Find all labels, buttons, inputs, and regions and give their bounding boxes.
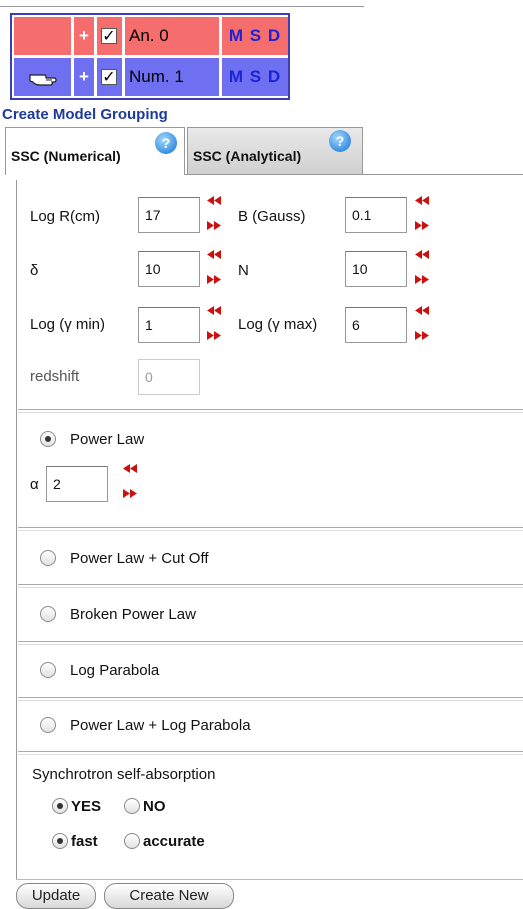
broken-power-law-label: Broken Power Law bbox=[70, 606, 196, 623]
power-law-cutoff-radio[interactable] bbox=[40, 550, 56, 566]
help-icon[interactable]: ? bbox=[155, 132, 177, 154]
section-divider bbox=[18, 584, 523, 588]
help-icon[interactable]: ? bbox=[329, 130, 351, 152]
log-parabola-label: Log Parabola bbox=[70, 662, 160, 679]
panel-border-top bbox=[185, 174, 523, 175]
model-table: + ✓ An. 0 M S D + ✓ Num. 1 M S D bbox=[10, 13, 290, 100]
section-divider bbox=[18, 527, 523, 531]
log-gamma-max-label: Log (γ max) bbox=[238, 316, 318, 333]
n-input[interactable]: 10 bbox=[345, 251, 407, 287]
tab-ssc-numerical[interactable]: SSC (Numerical) ? bbox=[5, 127, 185, 175]
ssa-fast-label: fast bbox=[71, 833, 98, 850]
b-gauss-label: B (Gauss) bbox=[238, 208, 306, 225]
alpha-stepper-icon[interactable] bbox=[122, 462, 138, 500]
model-select-cell[interactable] bbox=[14, 17, 71, 55]
log-gamma-min-stepper-icon[interactable] bbox=[206, 304, 222, 342]
delta-stepper-icon[interactable] bbox=[206, 248, 222, 286]
checkmark-icon: ✓ bbox=[101, 67, 117, 86]
model-select-cell[interactable] bbox=[14, 58, 71, 96]
section-divider bbox=[18, 697, 523, 701]
power-law-log-parabola-label: Power Law + Log Parabola bbox=[70, 717, 251, 734]
panel-border-bottom bbox=[16, 879, 523, 880]
ssa-no-label: NO bbox=[143, 798, 166, 815]
log-r-input[interactable]: 17 bbox=[138, 197, 200, 233]
ssa-yes-label: YES bbox=[71, 798, 102, 815]
delta-label: δ bbox=[30, 262, 39, 279]
create-model-grouping-link[interactable]: Create Model Grouping bbox=[2, 106, 168, 123]
model-name[interactable]: Num. 1 bbox=[125, 58, 219, 96]
delta-input[interactable]: 10 bbox=[138, 251, 200, 287]
power-law-label: Power Law bbox=[70, 431, 145, 448]
model-visible-checkbox[interactable]: ✓ bbox=[97, 58, 122, 96]
tab-ssc-analytical[interactable]: SSC (Analytical) ? bbox=[187, 127, 363, 175]
add-model-button[interactable]: + bbox=[74, 58, 94, 96]
ssa-no-radio[interactable] bbox=[124, 798, 140, 814]
pointing-hand-icon bbox=[29, 74, 57, 86]
log-gamma-max-stepper-icon[interactable] bbox=[414, 304, 430, 342]
add-model-button[interactable]: + bbox=[74, 17, 94, 55]
log-parabola-radio[interactable] bbox=[40, 662, 56, 678]
tab-label: SSC (Analytical) bbox=[193, 148, 302, 164]
model-visible-checkbox[interactable]: ✓ bbox=[97, 17, 122, 55]
b-gauss-stepper-icon[interactable] bbox=[414, 194, 430, 232]
model-row-num1: + ✓ Num. 1 M S D bbox=[14, 58, 288, 96]
power-law-radio[interactable] bbox=[40, 431, 56, 447]
redshift-input: 0 bbox=[138, 359, 200, 395]
create-new-button[interactable]: Create New bbox=[104, 883, 234, 909]
alpha-label: α bbox=[30, 476, 39, 493]
msd-links[interactable]: M S D bbox=[222, 58, 288, 96]
redshift-label: redshift bbox=[30, 368, 80, 385]
b-gauss-input[interactable]: 0.1 bbox=[345, 197, 407, 233]
power-law-log-parabola-radio[interactable] bbox=[40, 717, 56, 733]
checkmark-icon: ✓ bbox=[101, 26, 117, 45]
n-stepper-icon[interactable] bbox=[414, 248, 430, 286]
alpha-input[interactable]: 2 bbox=[46, 466, 108, 502]
log-r-stepper-icon[interactable] bbox=[206, 194, 222, 232]
ssa-accurate-radio[interactable] bbox=[124, 833, 140, 849]
section-divider bbox=[18, 641, 523, 645]
log-gamma-min-label: Log (γ min) bbox=[30, 316, 106, 333]
update-button[interactable]: Update bbox=[16, 883, 96, 909]
section-divider bbox=[18, 751, 523, 755]
log-r-label: Log R(cm) bbox=[30, 208, 101, 225]
ssa-title: Synchrotron self-absorption bbox=[32, 766, 216, 783]
broken-power-law-radio[interactable] bbox=[40, 606, 56, 622]
model-row-an0: + ✓ An. 0 M S D bbox=[14, 17, 288, 55]
power-law-cutoff-label: Power Law + Cut Off bbox=[70, 550, 209, 567]
tab-label: SSC (Numerical) bbox=[11, 148, 121, 164]
ssa-accurate-label: accurate bbox=[143, 833, 205, 850]
section-divider bbox=[18, 409, 523, 413]
ssa-yes-radio[interactable] bbox=[52, 798, 68, 814]
model-name[interactable]: An. 0 bbox=[125, 17, 219, 55]
ssa-fast-radio[interactable] bbox=[52, 833, 68, 849]
top-divider bbox=[0, 6, 364, 7]
panel-border-left bbox=[16, 180, 17, 880]
msd-links[interactable]: M S D bbox=[222, 17, 288, 55]
n-label: N bbox=[238, 262, 249, 279]
log-gamma-max-input[interactable]: 6 bbox=[345, 307, 407, 343]
log-gamma-min-input[interactable]: 1 bbox=[138, 307, 200, 343]
